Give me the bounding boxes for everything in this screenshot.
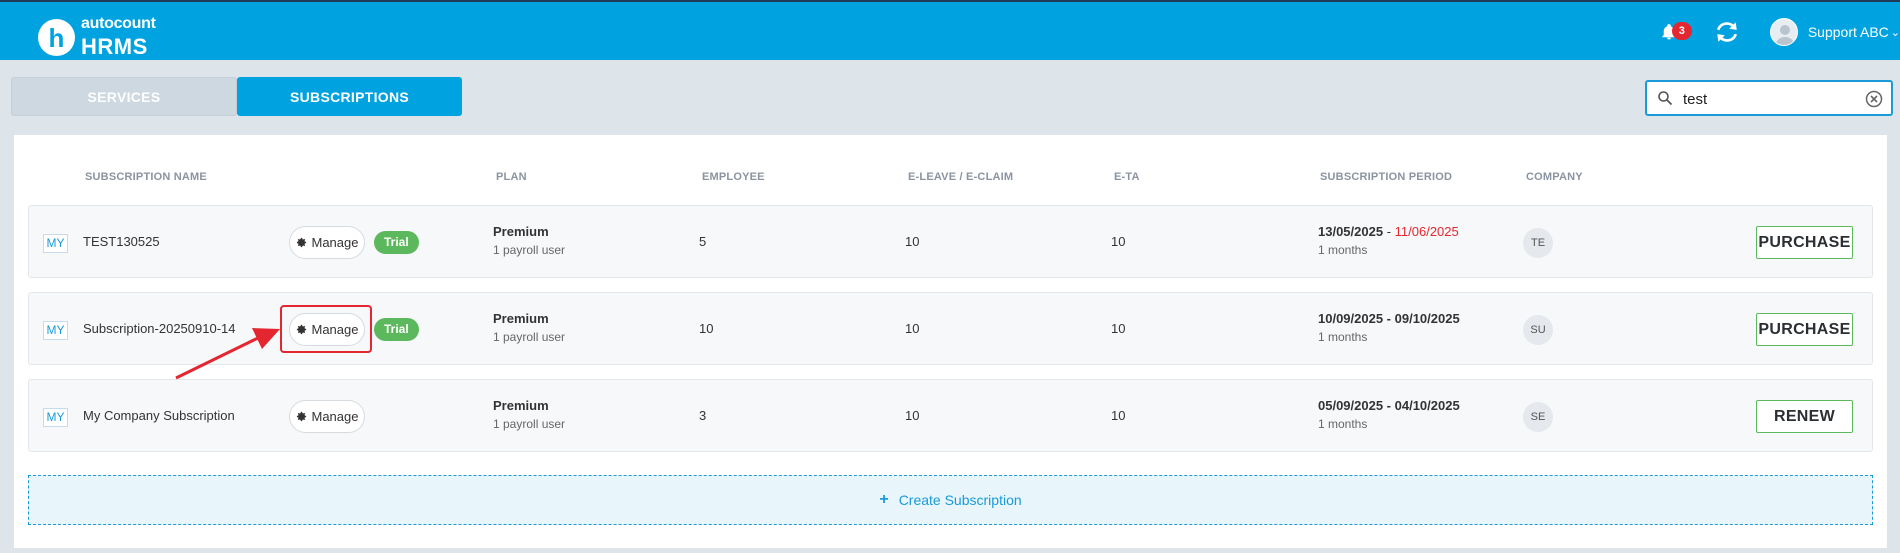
plan-detail: 1 payroll user (493, 330, 566, 344)
gear-icon (296, 237, 306, 248)
subscription-name: TEST130525 (83, 234, 160, 249)
tab-subscriptions[interactable]: SUBSCRIPTIONS (237, 77, 462, 116)
logo-brand: autocount (81, 15, 156, 32)
user-avatar[interactable] (1769, 18, 1798, 46)
renew-button[interactable]: RENEW (1756, 400, 1853, 433)
clear-search-icon[interactable] (1865, 90, 1883, 108)
plan-name: Premium (493, 224, 549, 239)
user-name[interactable]: Support ABC (1808, 24, 1889, 40)
region-badge: MY (43, 234, 68, 253)
logo-product: HRMS (81, 34, 148, 59)
eleave-count: 10 (905, 408, 920, 423)
sync-icon[interactable] (1714, 19, 1740, 45)
period-end-expired: 11/06/2025 (1394, 224, 1459, 239)
column-header-eta: E-TA (1114, 171, 1140, 183)
trial-badge: Trial (374, 231, 419, 254)
column-header-eleave: E-LEAVE / E-CLAIM (908, 171, 1014, 183)
table-row: MY My Company Subscription Manage Premiu… (28, 379, 1873, 452)
eta-count: 10 (1111, 321, 1126, 336)
plan-name: Premium (493, 398, 549, 413)
tabs-bar: SERVICES SUBSCRIPTIONS (0, 60, 1900, 135)
subscription-period: 13/05/2025 - 11/06/2025 (1318, 224, 1459, 239)
company-avatar: TE (1523, 228, 1553, 258)
plan-name: Premium (493, 311, 549, 326)
company-avatar: SE (1523, 402, 1553, 432)
plus-icon: + (879, 491, 889, 508)
search-input[interactable] (1683, 88, 1853, 110)
period-length: 1 months (1318, 417, 1368, 431)
column-header-plan: PLAN (496, 171, 527, 183)
search-box (1645, 80, 1893, 116)
column-header-period: SUBSCRIPTION PERIOD (1320, 171, 1453, 183)
employee-count: 5 (699, 234, 707, 249)
company-avatar: SU (1523, 315, 1553, 345)
eleave-count: 10 (905, 321, 920, 336)
trial-badge: Trial (374, 318, 419, 341)
subscription-period: 05/09/2025 - 04/10/2025 (1318, 398, 1460, 413)
purchase-button[interactable]: PURCHASE (1756, 313, 1853, 346)
region-badge: MY (43, 408, 68, 427)
notification-count-badge: 3 (1671, 22, 1692, 40)
subscription-name: My Company Subscription (83, 408, 235, 423)
eta-count: 10 (1111, 234, 1126, 249)
manage-button[interactable]: Manage (289, 226, 365, 259)
period-length: 1 months (1318, 330, 1368, 344)
search-icon (1658, 91, 1673, 106)
notifications-button[interactable]: 3 (1660, 20, 1692, 44)
app-logo[interactable]: h autocount HRMS (38, 15, 156, 60)
eleave-count: 10 (905, 234, 920, 249)
table-row: MY TEST130525 Manage Trial Premium 1 pay… (28, 205, 1873, 278)
period-length: 1 months (1318, 243, 1368, 257)
region-badge: MY (43, 321, 68, 340)
plan-detail: 1 payroll user (493, 417, 566, 431)
column-header-name: SUBSCRIPTION NAME (85, 171, 207, 183)
chevron-down-icon[interactable]: ⌄ (1891, 26, 1900, 39)
plan-detail: 1 payroll user (493, 243, 566, 257)
create-subscription-button[interactable]: + Create Subscription (28, 475, 1873, 525)
annotation-arrow-icon (175, 328, 280, 380)
purchase-button[interactable]: PURCHASE (1756, 226, 1853, 259)
user-icon (1775, 25, 1795, 45)
eta-count: 10 (1111, 408, 1126, 423)
column-header-company: COMPANY (1526, 171, 1583, 183)
annotation-highlight-box (280, 305, 372, 353)
column-header-employee: EMPLOYEE (702, 171, 765, 183)
employee-count: 3 (699, 408, 707, 423)
logo-mark: h (38, 19, 75, 56)
gear-icon (296, 411, 306, 422)
employee-count: 10 (699, 321, 714, 336)
tab-services[interactable]: SERVICES (11, 77, 237, 116)
manage-button[interactable]: Manage (289, 400, 365, 433)
top-header: h autocount HRMS 3 Support ABC ⌄ (0, 0, 1900, 60)
subscription-period: 10/09/2025 - 09/10/2025 (1318, 311, 1460, 326)
